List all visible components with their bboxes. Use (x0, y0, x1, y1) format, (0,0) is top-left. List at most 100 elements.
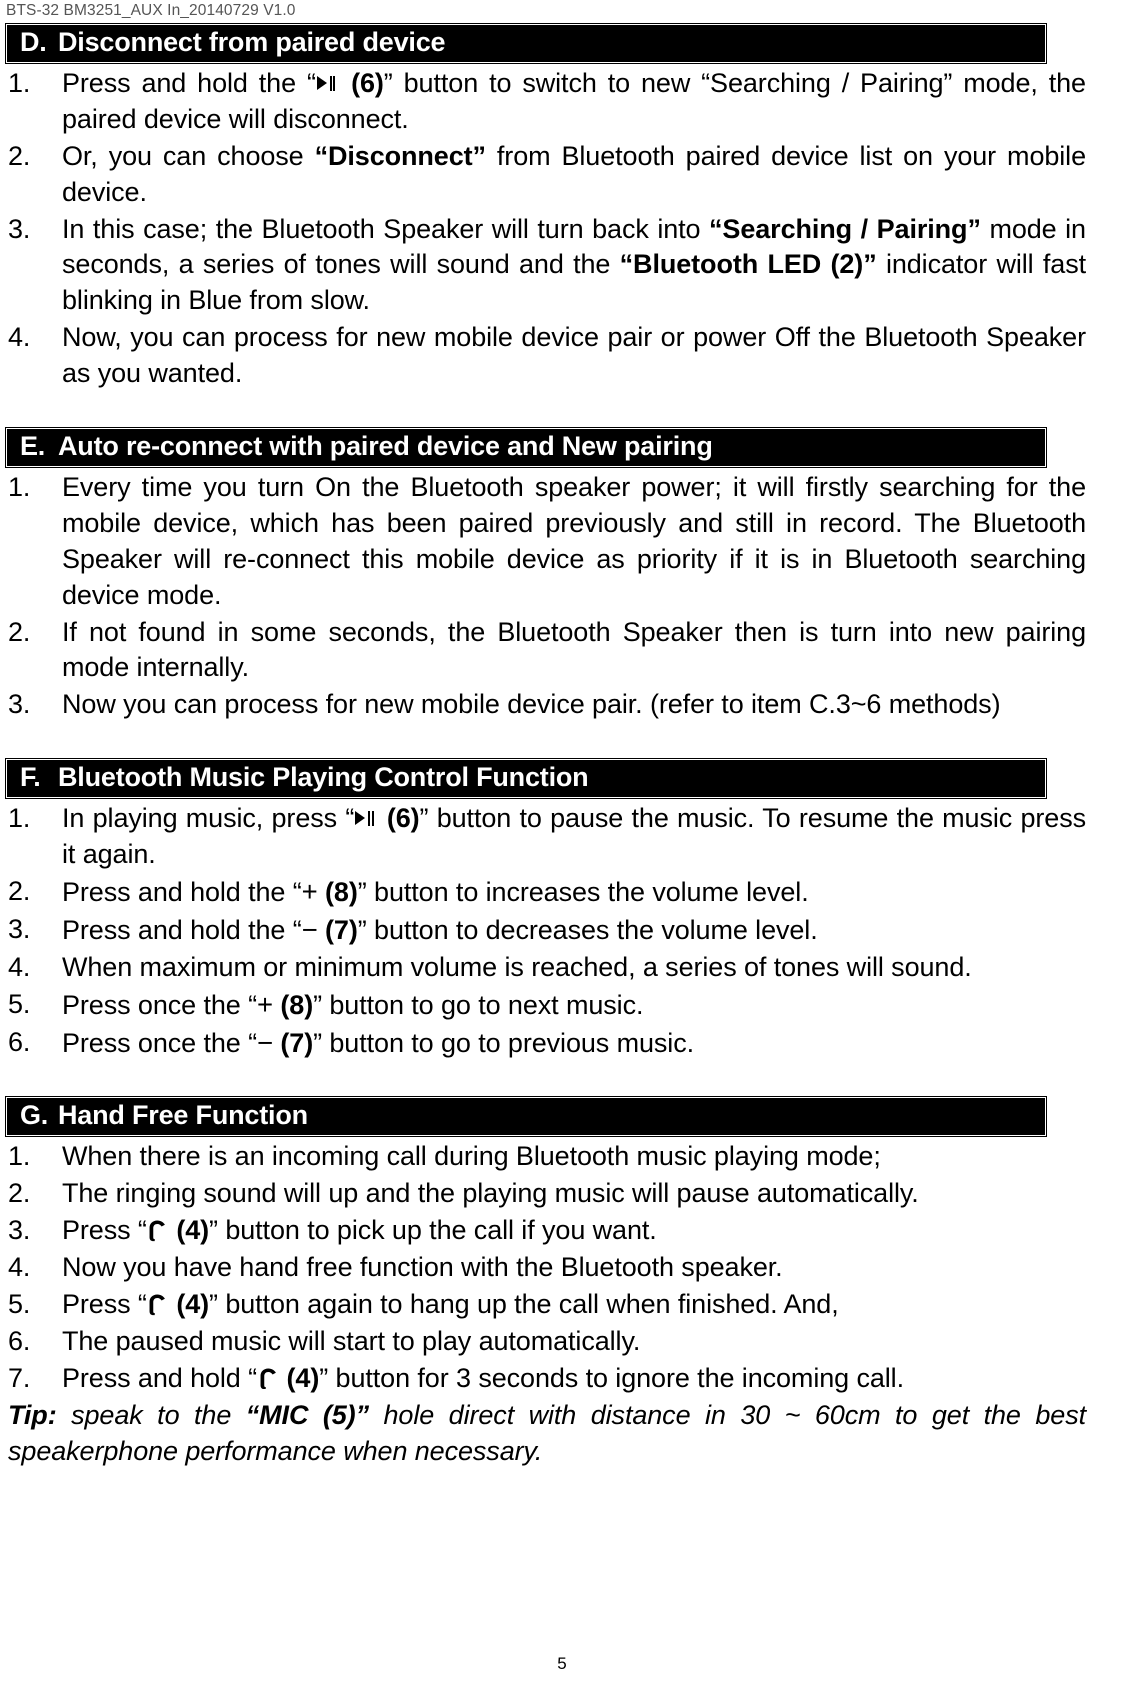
tip-paragraph: Tip: speak to the “MIC (5)” hole direct … (4, 1398, 1086, 1470)
step-text: Or, you can choose “Disconnect” from Blu… (62, 139, 1086, 211)
step-item: 7. Press and hold “ (4)” button for 3 sec… (4, 1361, 1086, 1397)
step-list: 1. Every time you turn On the Bluetooth s… (4, 470, 1086, 723)
text-run: ” button to go to previous music. (313, 1027, 694, 1058)
text-run: When maximum or minimum volume is reache… (62, 951, 972, 982)
text-run: Press and hold the “ (62, 914, 302, 945)
step-number: 1. (8, 803, 31, 834)
step-item: 2. Or, you can choose “Disconnect” from B… (4, 139, 1086, 211)
step-list: 1. Press and hold the “ (6)” button to sw… (4, 66, 1086, 392)
emphasis-run: (4) (168, 1288, 210, 1319)
text-run: The ringing sound will up and the playin… (62, 1178, 919, 1209)
step-text: Now you can process for new mobile devic… (62, 687, 1086, 723)
emphasis-run: (6) (340, 67, 384, 98)
text-run: Press once the “ (62, 989, 257, 1020)
step-number: 7. (8, 1362, 31, 1393)
text-run: In playing music, press “ (62, 803, 355, 834)
step-text: Press and hold “ (4)” button for 3 secon… (62, 1361, 1086, 1397)
step-item: 6. The paused music will start to play au… (4, 1324, 1086, 1360)
step-number: 1. (8, 67, 31, 98)
step-number: 1. (8, 471, 31, 502)
text-run: Press “ (62, 1215, 147, 1246)
tip-label: Tip: (8, 1399, 57, 1430)
document-header-id: BTS-32 BM3251_AUX In_20140729 V1.0 (6, 2, 296, 19)
text-run: Every time you turn On the Bluetooth spe… (62, 471, 1086, 610)
step-item: 6. Press once the “− (7)” button to go to… (4, 1025, 1086, 1062)
text-run: Now you can process for new mobile devic… (62, 689, 1001, 720)
step-text: When maximum or minimum volume is reache… (62, 950, 1086, 986)
step-item: 3. Press and hold the “− (7)” button to d… (4, 912, 1086, 949)
step-item: 3. In this case; the Bluetooth Speaker wi… (4, 212, 1086, 320)
step-item: 1. In playing music, press “ (6)” button … (4, 801, 1086, 873)
text-run: Now you have hand free function with the… (62, 1252, 783, 1283)
text-run: Or, you can choose (62, 140, 315, 171)
text-run: Press “ (62, 1288, 147, 1319)
step-number: 6. (8, 1026, 31, 1057)
minus-icon: − (301, 913, 318, 945)
text-run: In this case; the Bluetooth Speaker will… (62, 213, 710, 244)
text-run: ” button to increases the volume level. (357, 876, 809, 907)
plus-icon: + (257, 988, 273, 1020)
step-number: 2. (8, 616, 31, 647)
step-text: When there is an incoming call during Bl… (62, 1139, 1086, 1175)
emphasis-run: (8) (317, 876, 358, 907)
step-item: 1. Every time you turn On the Bluetooth s… (4, 470, 1086, 614)
step-item: 2. The ringing sound will up and the play… (4, 1176, 1086, 1212)
step-number: 3. (8, 689, 31, 720)
phone-handset-icon (258, 1368, 277, 1390)
step-item: 4. Now, you can process for new mobile de… (4, 320, 1086, 392)
step-number: 3. (8, 1215, 31, 1246)
text-run: If not found in some seconds, the Blueto… (62, 616, 1086, 683)
section-title: Disconnect from paired device (58, 27, 446, 58)
page-number: 5 (557, 1654, 567, 1673)
step-number: 4. (8, 1252, 31, 1283)
step-number: 1. (8, 1141, 31, 1172)
step-list: 1. When there is an incoming call during … (4, 1139, 1086, 1396)
step-text: Press and hold the “− (7)” button to dec… (62, 912, 1086, 949)
section-letter: G. (20, 1100, 49, 1131)
text-run: The paused music will start to play auto… (62, 1325, 641, 1356)
step-text: In this case; the Bluetooth Speaker will… (62, 212, 1086, 320)
step-text: Press once the “+ (8)” button to go to n… (62, 987, 1086, 1024)
text-run: When there is an incoming call during Bl… (62, 1141, 881, 1172)
step-text: Press “ (4)” button again to hang up the… (62, 1287, 1086, 1323)
minus-icon: − (257, 1026, 273, 1058)
step-number: 2. (8, 875, 31, 906)
step-text: Now, you can process for new mobile devi… (62, 320, 1086, 392)
emphasis-run: (4) (279, 1362, 320, 1393)
step-text: Every time you turn On the Bluetooth spe… (62, 470, 1086, 614)
sections-container: D. Disconnect from paired device 1. Press a… (4, 23, 1086, 1397)
text-run: Press and hold the “ (62, 876, 302, 907)
emphasis-run: “Bluetooth LED (2)” (619, 249, 877, 280)
step-item: 1. Press and hold the “ (6)” button to sw… (4, 66, 1086, 138)
section-title: Bluetooth Music Playing Control Function (58, 762, 589, 793)
text-run: ” button to decreases the volume level. (357, 914, 818, 945)
step-item: 2. If not found in some seconds, the Blue… (4, 615, 1086, 687)
step-number: 6. (8, 1325, 31, 1356)
emphasis-run: (7) (317, 914, 358, 945)
section-letter: F. (20, 762, 41, 793)
step-item: 5. Press once the “+ (8)” button to go to… (4, 987, 1086, 1024)
step-text: Press and hold the “ (6)” button to swit… (62, 66, 1086, 138)
text-run: ” button for 3 seconds to ignore the inc… (319, 1362, 904, 1393)
emphasis-run: (6) (378, 803, 420, 834)
section-header-e: E. Auto re-connect with paired device and… (5, 427, 1047, 468)
step-text: In playing music, press “ (6)” button to… (62, 801, 1086, 873)
step-list: 1. In playing music, press “ (6)” button … (4, 801, 1086, 1061)
section-header-d: D. Disconnect from paired device (5, 23, 1047, 64)
step-item: 1. When there is an incoming call during … (4, 1139, 1086, 1175)
text-run: speak to the (56, 1399, 246, 1430)
section-letter: D. (20, 27, 47, 58)
tip-body: speak to the “MIC (5)” hole direct with … (8, 1400, 1086, 1466)
section-letter: E. (20, 431, 46, 462)
emphasis-run: “Searching / Pairing” (709, 213, 981, 244)
step-item: 3. Press “ (4)” button to pick up the cal… (4, 1213, 1086, 1249)
step-text: Now you have hand free function with the… (62, 1250, 1086, 1286)
step-text: The ringing sound will up and the playin… (62, 1176, 1086, 1212)
step-number: 3. (8, 213, 31, 244)
play-pause-icon (316, 73, 339, 94)
step-text: The paused music will start to play auto… (62, 1324, 1086, 1360)
step-item: 3. Now you can process for new mobile dev… (4, 687, 1086, 723)
section-title: Auto re-connect with paired device and N… (58, 431, 713, 462)
